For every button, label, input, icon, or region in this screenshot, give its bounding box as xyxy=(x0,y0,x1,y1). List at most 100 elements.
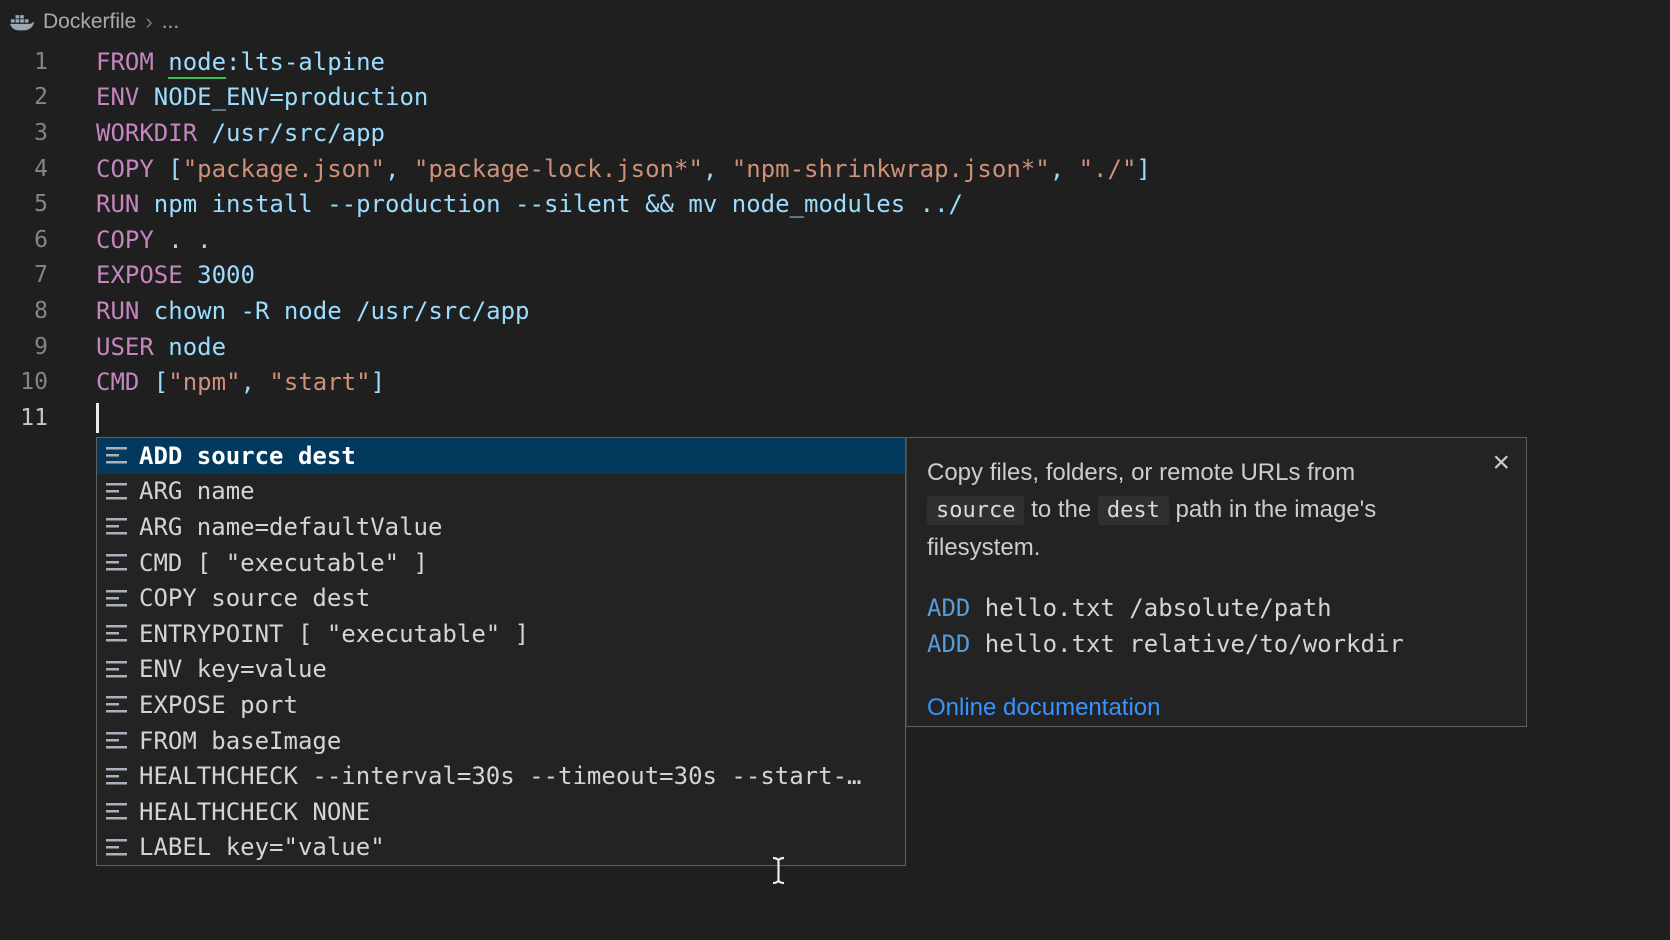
suggest-item[interactable]: HEALTHCHECK NONE xyxy=(97,794,905,830)
code-token: "start" xyxy=(269,368,370,396)
code-token: , xyxy=(703,155,732,183)
line-number: 9 xyxy=(0,334,48,360)
docker-whale-icon xyxy=(10,13,34,32)
suggest-item-label: HEALTHCHECK --interval=30s --timeout=30s… xyxy=(139,762,861,790)
suggest-item[interactable]: EXPOSE port xyxy=(97,687,905,723)
editor: 1 FROM node:lts-alpine 2ENV NODE_ENV=produ… xyxy=(0,44,1670,436)
code-token: ] xyxy=(371,368,385,396)
code-token: [ xyxy=(154,155,183,183)
code-text: EXPOSE 3000 xyxy=(96,261,255,289)
line-number: 11 xyxy=(0,405,48,431)
code-text: COPY ["package.json", "package-lock.json… xyxy=(96,155,1151,183)
code-token: :lts-alpine xyxy=(226,48,385,76)
suggest-item-label: LABEL key="value" xyxy=(139,833,385,861)
code-token: COPY xyxy=(96,226,154,254)
suggest-list: ADD source dest ARG name ARG name=defaultV… xyxy=(97,438,905,865)
line-number: 5 xyxy=(0,191,48,217)
snippet-icon xyxy=(106,803,127,820)
suggest-item[interactable]: FROM baseImage xyxy=(97,723,905,759)
code-text: WORKDIR /usr/src/app xyxy=(96,119,385,147)
breadcrumb-symbol[interactable]: ... xyxy=(162,10,180,34)
snippet-icon xyxy=(106,518,127,535)
code-token xyxy=(154,48,168,76)
suggest-item[interactable]: HEALTHCHECK --interval=30s --timeout=30s… xyxy=(97,758,905,794)
description-text: to the xyxy=(1024,496,1097,523)
code-text xyxy=(96,403,99,433)
online-documentation-link[interactable]: Online documentation xyxy=(927,689,1160,726)
code-text: USER node xyxy=(96,333,226,361)
code-line[interactable]: 9 USER node xyxy=(0,329,1670,365)
suggest-item[interactable]: ARG name xyxy=(97,474,905,510)
suggest-item[interactable]: ADD source dest xyxy=(97,438,905,474)
code-text: RUN npm install --production --silent &&… xyxy=(96,190,963,218)
suggest-item-label: HEALTHCHECK NONE xyxy=(139,798,370,826)
breadcrumb: Dockerfile › ... xyxy=(0,0,1670,44)
code-token: WORKDIR xyxy=(96,119,197,147)
code-token: ENV xyxy=(96,83,139,111)
code-text: ENV NODE_ENV=production xyxy=(96,83,428,111)
code-line[interactable]: 8 RUN chown -R node /usr/src/app xyxy=(0,293,1670,329)
code-text: CMD ["npm", "start"] xyxy=(96,368,385,396)
code-line[interactable]: 7 EXPOSE 3000 xyxy=(0,258,1670,294)
code-token: "package.json" xyxy=(183,155,385,183)
code-line[interactable]: 10 CMD ["npm", "start"] xyxy=(0,364,1670,400)
code-text: RUN chown -R node /usr/src/app xyxy=(96,297,530,325)
code-token: node xyxy=(168,48,226,79)
code-token: ] xyxy=(1136,155,1150,183)
snippet-icon xyxy=(106,447,127,464)
editor-lines: 1 FROM node:lts-alpine 2ENV NODE_ENV=produ… xyxy=(0,44,1670,436)
line-number: 3 xyxy=(0,120,48,146)
suggest-item[interactable]: ENV key=value xyxy=(97,652,905,688)
close-icon[interactable]: × xyxy=(1492,444,1510,481)
example-code-line: ADD hello.txt /absolute/path xyxy=(927,590,1506,626)
breadcrumb-file[interactable]: Dockerfile xyxy=(43,10,136,34)
snippet-icon xyxy=(106,590,127,607)
suggest-item-label: COPY source dest xyxy=(139,584,370,612)
code-line[interactable]: 5 RUN npm install --production --silent &… xyxy=(0,186,1670,222)
suggest-item[interactable]: CMD [ "executable" ] xyxy=(97,545,905,581)
suggest-widget: ADD source dest ARG name ARG name=defaultV… xyxy=(96,437,906,866)
code-token: "npm" xyxy=(168,368,240,396)
code-token: FROM xyxy=(96,48,154,76)
chevron-right-icon: › xyxy=(145,9,152,35)
code-text: FROM node:lts-alpine xyxy=(96,48,385,76)
code-line[interactable]: 3 WORKDIR /usr/src/app xyxy=(0,115,1670,151)
example-args: hello.txt /absolute/path xyxy=(970,594,1331,622)
code-line[interactable]: 2ENV NODE_ENV=production xyxy=(0,80,1670,116)
suggest-item[interactable]: ARG name=defaultValue xyxy=(97,509,905,545)
snippet-icon xyxy=(106,554,127,571)
code-text: COPY . . xyxy=(96,226,212,254)
snippet-icon xyxy=(106,839,127,856)
code-token: 3000 xyxy=(183,261,255,289)
example-keyword: ADD xyxy=(927,630,970,658)
suggest-item-label: ENV key=value xyxy=(139,655,327,683)
line-number: 4 xyxy=(0,156,48,182)
code-token: RUN xyxy=(96,297,139,325)
code-token: RUN xyxy=(96,190,139,218)
code-line[interactable]: 11 xyxy=(0,400,1670,436)
line-number: 8 xyxy=(0,298,48,324)
suggest-item-label: ADD source dest xyxy=(139,442,356,470)
snippet-icon xyxy=(106,483,127,500)
code-line[interactable]: 4 COPY ["package.json", "package-lock.jso… xyxy=(0,151,1670,187)
line-number: 1 xyxy=(0,49,48,75)
code-line[interactable]: 1 FROM node:lts-alpine xyxy=(0,44,1670,80)
line-number: 7 xyxy=(0,262,48,288)
suggest-item[interactable]: COPY source dest xyxy=(97,580,905,616)
code-token: , xyxy=(1050,155,1079,183)
snippet-icon xyxy=(106,661,127,678)
suggest-item-label: CMD [ "executable" ] xyxy=(139,549,428,577)
code-token: /usr/src/app xyxy=(197,119,385,147)
code-token: chown -R node /usr/src/app xyxy=(139,297,529,325)
code-token: [ xyxy=(139,368,168,396)
mouse-cursor-ibeam xyxy=(770,856,787,889)
snippet-icon xyxy=(106,768,127,785)
description-text: Copy files, folders, or remote URLs from xyxy=(927,459,1355,486)
code-token: COPY xyxy=(96,155,154,183)
code-line[interactable]: 6COPY . . xyxy=(0,222,1670,258)
code-token: EXPOSE xyxy=(96,261,183,289)
suggest-item-label: ARG name xyxy=(139,477,255,505)
suggest-item[interactable]: ENTRYPOINT [ "executable" ] xyxy=(97,616,905,652)
line-number: 10 xyxy=(0,369,48,395)
snippet-icon xyxy=(106,696,127,713)
